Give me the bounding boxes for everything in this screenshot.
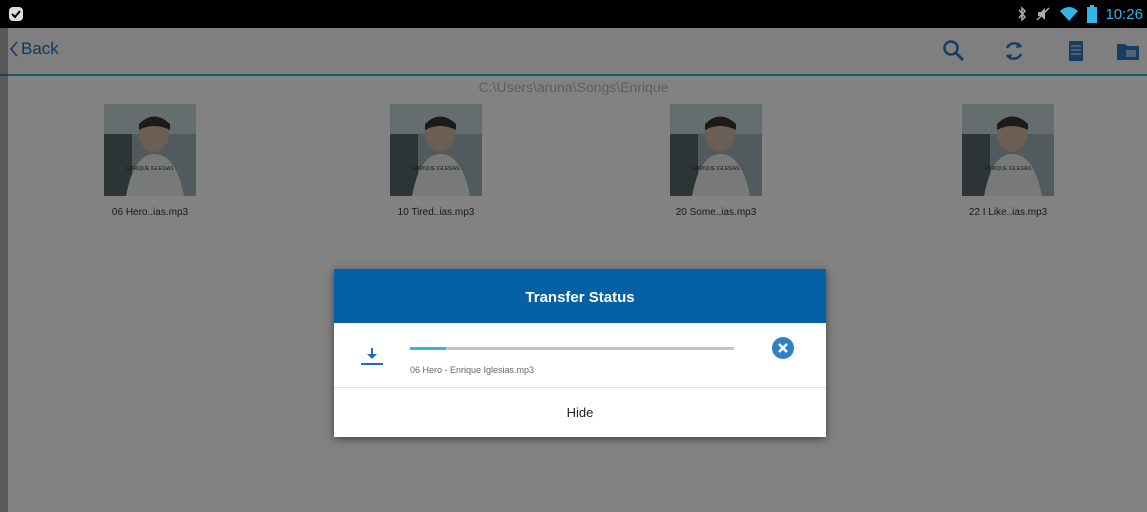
transfer-file-name: 06 Hero - Enrique Iglesias.mp3 <box>410 365 535 375</box>
bluetooth-icon <box>1018 6 1027 22</box>
transfer-status-dialog: Transfer Status 06 Hero - Enrique Iglesi… <box>334 269 826 437</box>
battery-icon <box>1087 5 1098 23</box>
status-icons: 10:26 <box>1017 4 1143 24</box>
hide-button[interactable]: Hide <box>334 388 826 437</box>
transfer-progress-bar <box>410 347 734 350</box>
progress-fill <box>410 347 446 350</box>
wifi-icon <box>1060 7 1079 21</box>
transfer-row: 06 Hero - Enrique Iglesias.mp3 <box>334 323 826 388</box>
clock: 10:26 <box>1105 5 1143 23</box>
dialog-title: Transfer Status <box>334 269 826 323</box>
download-icon <box>361 348 383 365</box>
screen-edge <box>0 28 8 512</box>
status-bar: 10:26 <box>0 0 1147 28</box>
cancel-transfer-button[interactable] <box>772 337 794 359</box>
notification-check-icon <box>9 7 23 21</box>
mute-icon <box>1036 7 1050 21</box>
